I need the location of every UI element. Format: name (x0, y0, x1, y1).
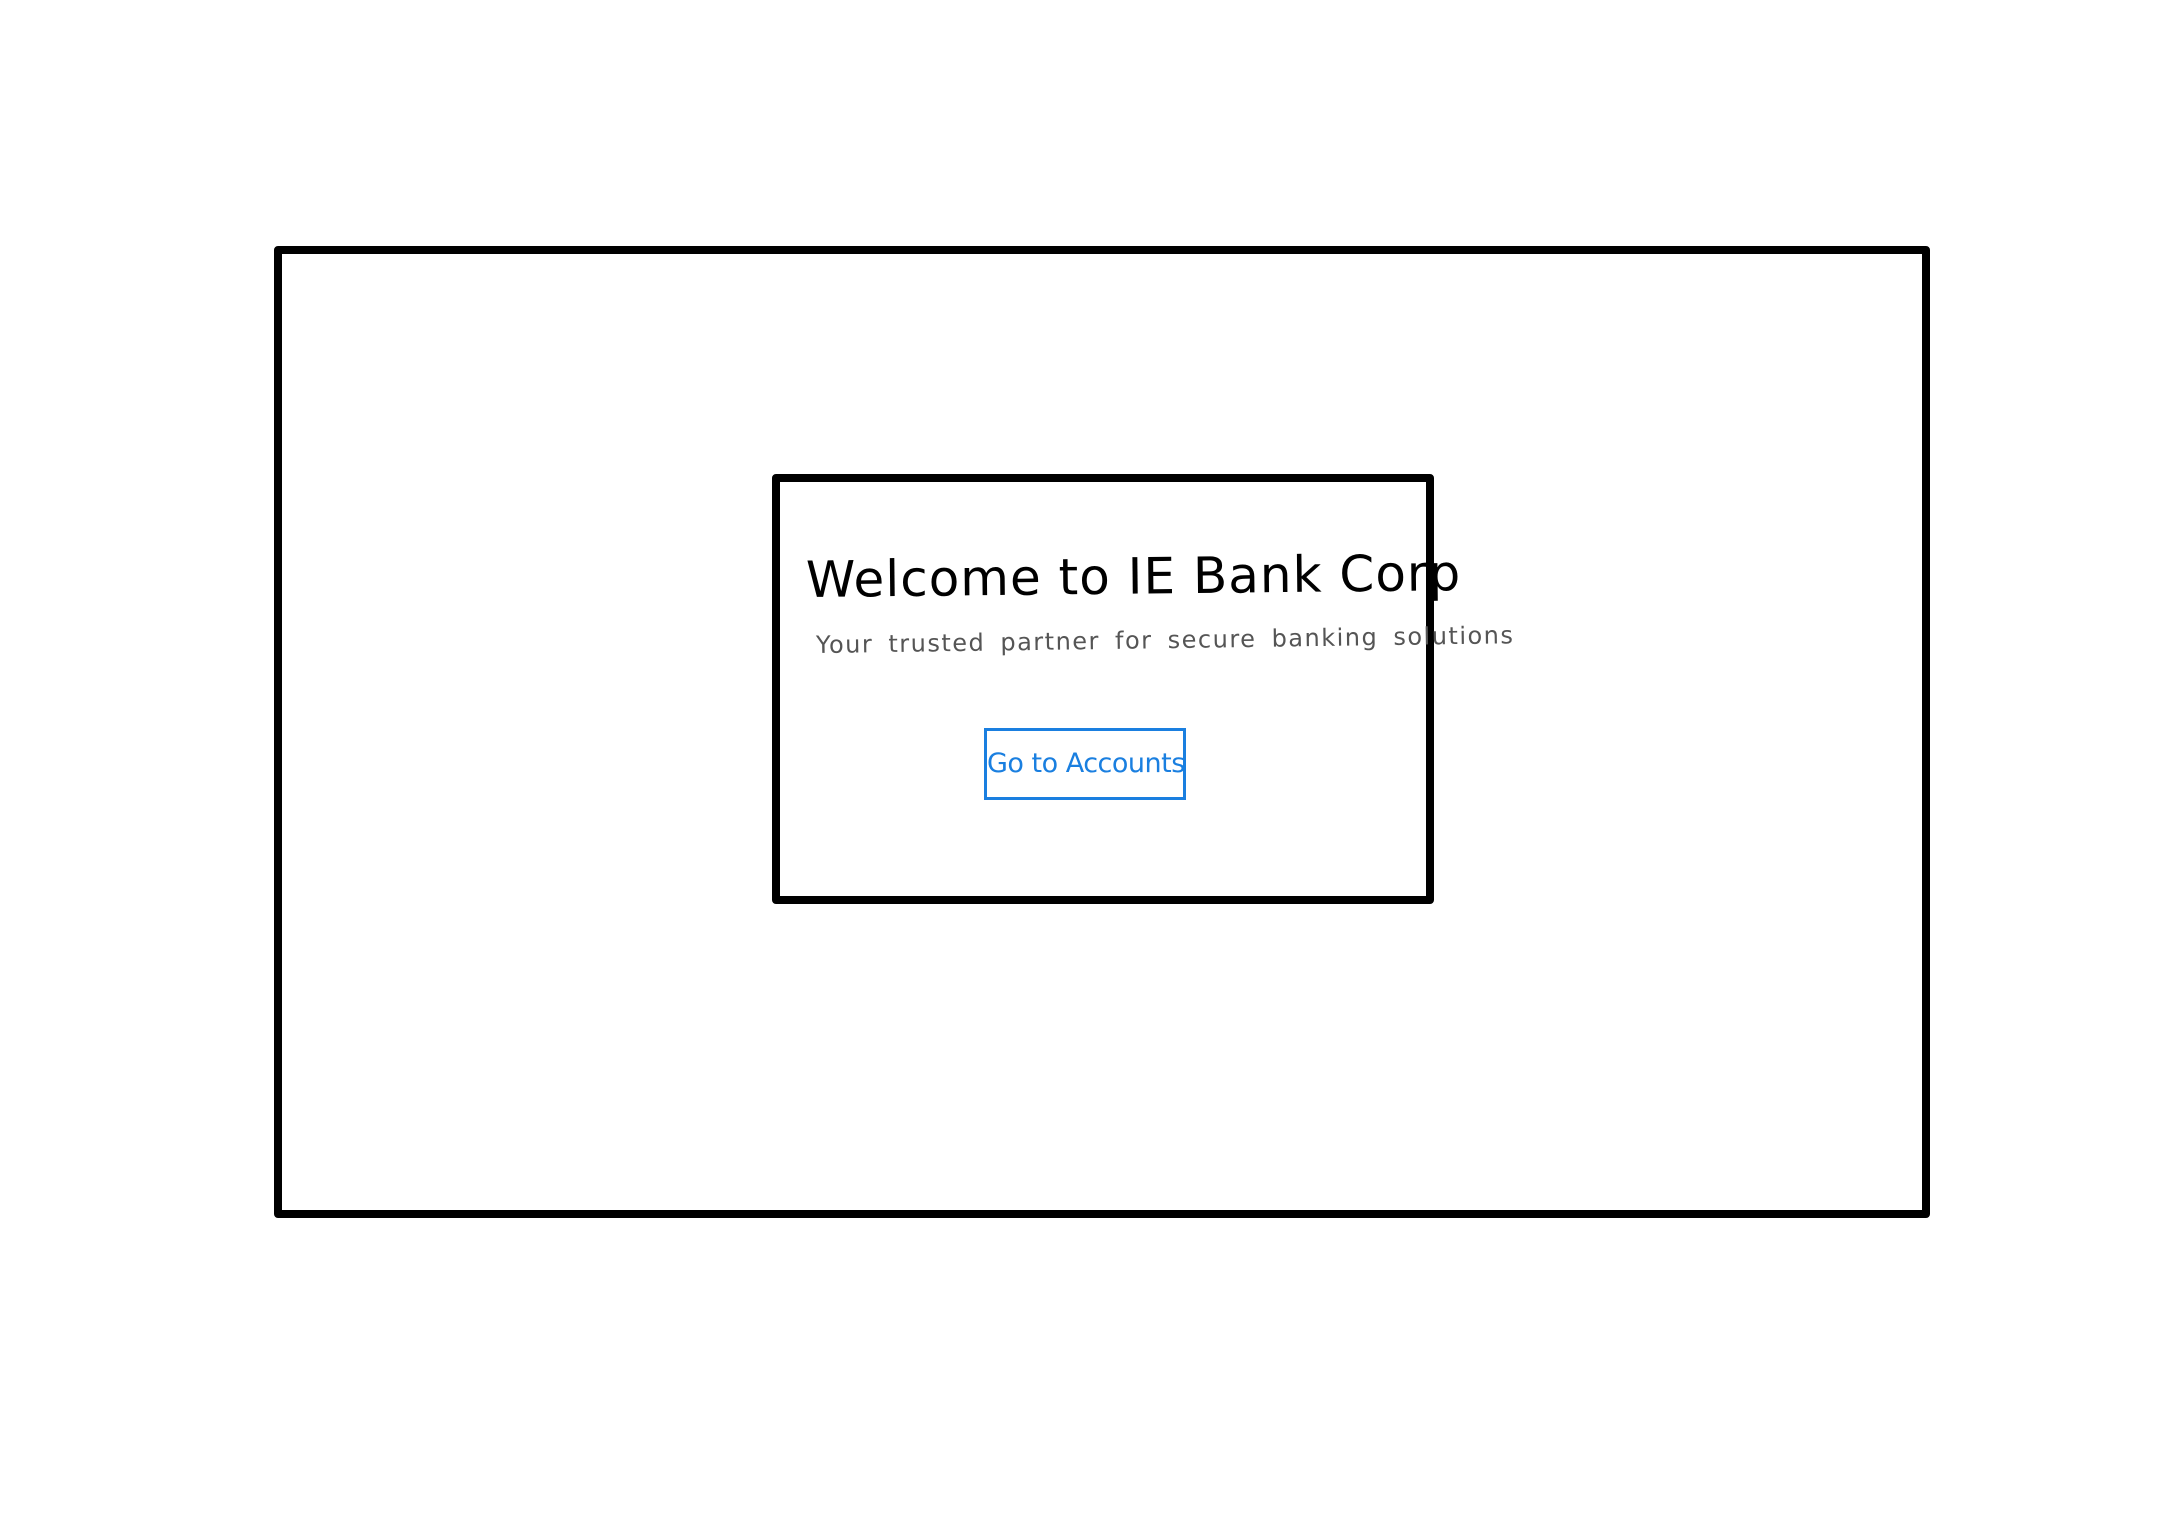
go-to-accounts-button[interactable]: Go to Accounts (984, 728, 1186, 800)
welcome-card: Welcome to IE Bank Corp Your trusted par… (772, 474, 1515, 904)
welcome-title: Welcome to IE Bank Corp (805, 544, 1462, 609)
welcome-subtitle: Your trusted partner for secure banking … (815, 621, 1515, 659)
